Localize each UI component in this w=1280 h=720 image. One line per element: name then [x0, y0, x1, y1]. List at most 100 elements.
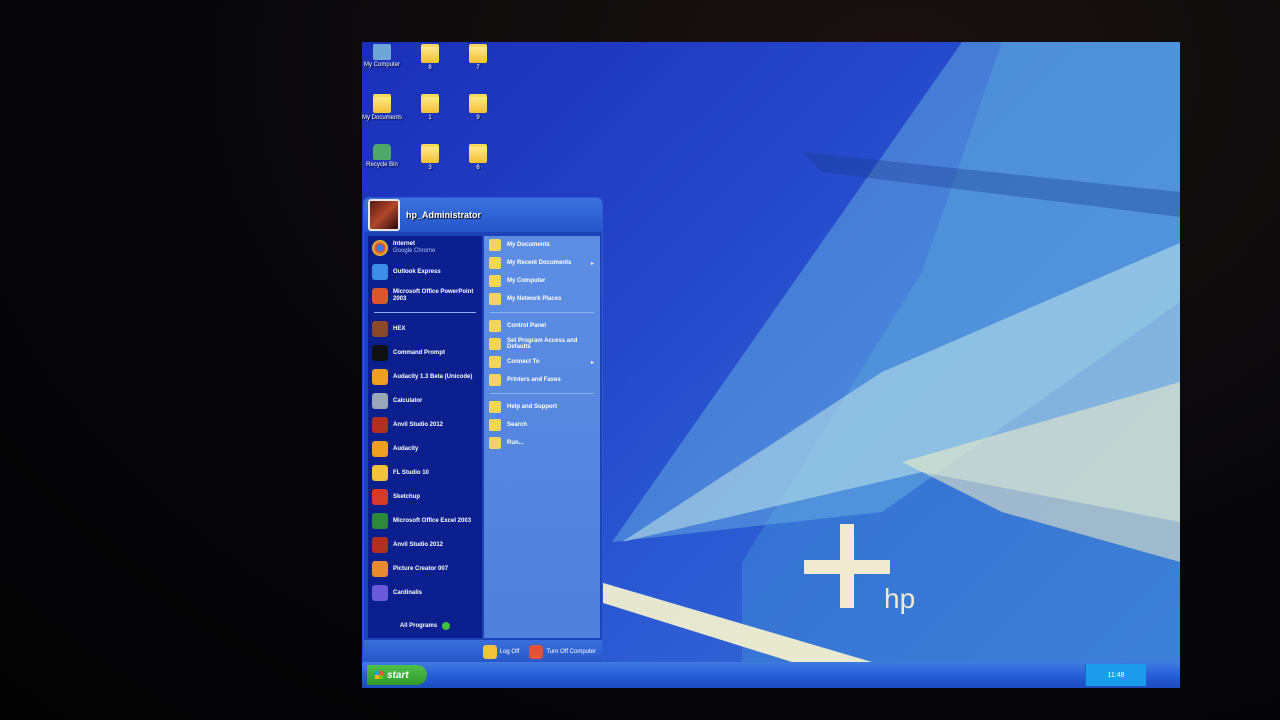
- recycle-bin-icon: [373, 144, 391, 160]
- control-panel-icon: [489, 320, 501, 332]
- places-item[interactable]: Control Panel: [484, 317, 600, 335]
- start-menu-places-pane: My Documents My Recent Documents ▸ My Compu…: [484, 236, 600, 638]
- start-menu-header: hp_Administrator: [364, 198, 602, 232]
- separator: [490, 393, 594, 394]
- recent-program-item[interactable]: Audacity: [368, 437, 482, 461]
- program-access-icon: [489, 338, 501, 350]
- svg-text:hp: hp: [884, 583, 915, 614]
- cardinalis-icon: [372, 585, 388, 601]
- documents-folder-icon: [489, 239, 501, 251]
- desktop-screen: hp My Computer 8 7 My Documents 1 9 Recy…: [362, 42, 1180, 688]
- desktop-icon-folder-1[interactable]: 1: [410, 94, 450, 121]
- recent-documents-icon: [489, 257, 501, 269]
- places-list: My Documents My Recent Documents ▸ My Compu…: [484, 236, 600, 308]
- pinned-item-outlook-express[interactable]: Outlook Express: [368, 260, 482, 284]
- arrow-right-icon: [442, 622, 451, 630]
- places-item[interactable]: Run...: [484, 434, 600, 452]
- printers-icon: [489, 374, 501, 386]
- folder-icon: [421, 44, 439, 63]
- places-item[interactable]: Set Program Access and Defaults: [484, 335, 600, 353]
- start-button[interactable]: start: [367, 665, 427, 685]
- power-icon: [529, 645, 544, 659]
- desktop-icon-my-computer[interactable]: My Computer: [362, 44, 402, 68]
- hex-icon: [372, 321, 388, 337]
- recent-programs-list: HEX Command Prompt Audacity 1.3 Beta (Unic…: [368, 317, 482, 605]
- network-places-icon: [489, 293, 501, 305]
- turn-off-button[interactable]: Turn Off Computer: [529, 645, 596, 659]
- sketchup-icon: [372, 489, 388, 505]
- connect-to-icon: [489, 356, 501, 368]
- submenu-arrow-icon: ▸: [590, 260, 594, 267]
- separator: [490, 312, 594, 313]
- recent-program-item[interactable]: Microsoft Office Excel 2003: [368, 509, 482, 533]
- recent-program-item[interactable]: Anvil Studio 2012: [368, 533, 482, 557]
- places-item[interactable]: My Network Places: [484, 290, 600, 308]
- system-tray: 11:48: [1085, 664, 1146, 686]
- recent-program-item[interactable]: Sketchup: [368, 485, 482, 509]
- windows-flag-icon: [375, 671, 383, 679]
- hp-logo: hp: [804, 524, 915, 614]
- start-menu-footer: Log Off Turn Off Computer: [364, 640, 602, 664]
- picture-creator-icon: [372, 561, 388, 577]
- anvil-studio-icon: [372, 417, 388, 433]
- recent-program-item[interactable]: Command Prompt: [368, 341, 482, 365]
- start-menu: hp_Administrator Internet Google Chrome O…: [363, 197, 603, 665]
- desktop-icon-folder-3[interactable]: 3: [410, 144, 450, 171]
- recent-program-item[interactable]: Anvil Studio 2012: [368, 413, 482, 437]
- help-list: Help and Support Search Run...: [484, 398, 600, 452]
- taskbar: start 11:48: [362, 662, 1180, 688]
- pinned-item-internet[interactable]: Internet Google Chrome: [368, 236, 482, 260]
- log-off-button[interactable]: Log Off: [482, 645, 519, 659]
- help-icon: [489, 401, 501, 413]
- places-item[interactable]: Help and Support: [484, 398, 600, 416]
- folder-icon: [469, 144, 487, 163]
- desktop-icon-recycle-bin[interactable]: Recycle Bin: [362, 144, 402, 168]
- powerpoint-icon: [372, 288, 388, 304]
- separator: [374, 312, 476, 313]
- folder-icon: [469, 44, 487, 63]
- recent-program-item[interactable]: Picture Creator 007: [368, 557, 482, 581]
- clock[interactable]: 11:48: [1108, 672, 1125, 679]
- calculator-icon: [372, 393, 388, 409]
- places-item[interactable]: My Computer: [484, 272, 600, 290]
- places-item[interactable]: Search: [484, 416, 600, 434]
- computer-icon: [373, 44, 391, 60]
- places-item[interactable]: My Documents: [484, 236, 600, 254]
- recent-program-item[interactable]: Cardinalis: [368, 581, 482, 605]
- pinned-item-powerpoint[interactable]: Microsoft Office PowerPoint 2003: [368, 284, 482, 308]
- places-item[interactable]: Printers and Faxes: [484, 371, 600, 389]
- recent-program-item[interactable]: Calculator: [368, 389, 482, 413]
- anvil-studio-icon: [372, 537, 388, 553]
- search-icon: [489, 419, 501, 431]
- documents-icon: [373, 94, 391, 113]
- recent-program-item[interactable]: FL Studio 10: [368, 461, 482, 485]
- desktop-icon-folder-6[interactable]: 6: [458, 144, 498, 171]
- start-menu-programs-pane: Internet Google Chrome Outlook Express Mi…: [368, 236, 482, 638]
- places-item[interactable]: My Recent Documents ▸: [484, 254, 600, 272]
- all-programs-button[interactable]: All Programs: [368, 616, 482, 636]
- desktop-icon-folder-8[interactable]: 8: [410, 44, 450, 71]
- computer-icon: [489, 275, 501, 287]
- chrome-icon: [372, 240, 388, 256]
- audacity-icon: [372, 369, 388, 385]
- recent-program-item[interactable]: Audacity 1.3 Beta (Unicode): [368, 365, 482, 389]
- fl-studio-icon: [372, 465, 388, 481]
- folder-icon: [421, 144, 439, 163]
- submenu-arrow-icon: ▸: [590, 359, 594, 366]
- desktop-icon-my-documents[interactable]: My Documents: [362, 94, 402, 121]
- excel-icon: [372, 513, 388, 529]
- user-name: hp_Administrator: [406, 210, 482, 220]
- user-avatar-icon[interactable]: [368, 199, 400, 231]
- command-prompt-icon: [372, 345, 388, 361]
- folder-icon: [421, 94, 439, 113]
- system-list: Control Panel Set Program Access and Defa…: [484, 317, 600, 389]
- desktop-icon-folder-9[interactable]: 9: [458, 94, 498, 121]
- folder-icon: [469, 94, 487, 113]
- audacity-icon: [372, 441, 388, 457]
- recent-program-item[interactable]: HEX: [368, 317, 482, 341]
- desktop-icon-folder-7[interactable]: 7: [458, 44, 498, 71]
- key-icon: [482, 645, 497, 659]
- run-icon: [489, 437, 501, 449]
- outlook-express-icon: [372, 264, 388, 280]
- places-item[interactable]: Connect To ▸: [484, 353, 600, 371]
